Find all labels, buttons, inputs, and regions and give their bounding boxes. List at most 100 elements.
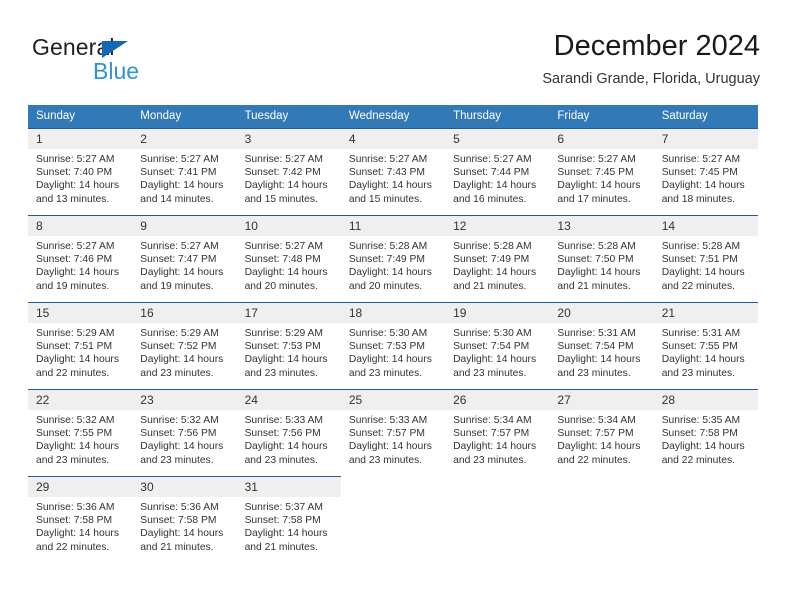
calendar-day-cell[interactable]: 9 Sunrise: 5:27 AM Sunset: 7:47 PM Daylight… [132,215,237,303]
daylight-text: Daylight: 14 hours [661,354,745,366]
calendar-day-cell[interactable]: 24 Sunrise: 5:33 AM Sunset: 7:56 PM Dayligh… [236,389,341,477]
calendar-day-cell[interactable]: 4 Sunrise: 5:27 AM Sunset: 7:43 PM Daylight… [340,128,446,216]
calendar-day-cell[interactable]: 3 Sunrise: 5:27 AM Sunset: 7:42 PM Daylight… [236,128,341,216]
day-details: Sunrise: 5:33 AM Sunset: 7:57 PM Daylight:… [341,410,445,467]
day-number [653,476,758,497]
calendar-day-cell[interactable]: 26 Sunrise: 5:34 AM Sunset: 7:57 PM Dayligh… [445,389,550,477]
sunrise-text: Sunrise: 5:36 AM [140,502,219,513]
daylight-text: Daylight: 14 hours [244,267,328,279]
daylight-text: Daylight: 14 hours [661,441,745,453]
day-number: 12 [445,216,550,236]
day-number [445,476,550,497]
sunrise-text: Sunrise: 5:28 AM [453,241,532,252]
daylight-text: and 15 minutes. [348,193,423,205]
daylight-text: and 23 minutes. [453,367,527,379]
calendar-day-cell[interactable]: 27 Sunrise: 5:34 AM Sunset: 7:57 PM Dayligh… [549,389,654,477]
calendar-day-cell[interactable]: 14 Sunrise: 5:28 AM Sunset: 7:51 PM Dayligh… [653,215,758,303]
calendar-day-cell[interactable]: 5 Sunrise: 5:27 AM Sunset: 7:44 PM Daylight… [445,128,550,216]
day-number: 6 [549,129,654,149]
daylight-text: and 23 minutes. [348,367,423,379]
calendar-day-cell[interactable]: 20 Sunrise: 5:31 AM Sunset: 7:54 PM Dayligh… [549,302,654,390]
day-details: Sunrise: 5:27 AM Sunset: 7:43 PM Daylight:… [341,149,445,206]
sunset-text: Sunset: 7:55 PM [36,428,113,440]
sunrise-text: Sunrise: 5:33 AM [348,415,428,426]
daylight-text: and 15 minutes. [244,193,318,205]
calendar-day-cell[interactable]: 19 Sunrise: 5:30 AM Sunset: 7:54 PM Dayligh… [445,302,550,390]
calendar-day-cell[interactable]: 29 Sunrise: 5:36 AM Sunset: 7:58 PM Dayligh… [28,476,133,563]
day-number: 23 [132,390,237,410]
daylight-text: Daylight: 14 hours [453,354,537,366]
calendar-table: Sunday Monday Tuesday Wednesday Thursday… [28,105,758,563]
calendar-day-cell[interactable]: 31 Sunrise: 5:37 AM Sunset: 7:58 PM Dayligh… [236,476,341,563]
calendar-day-cell[interactable]: 18 Sunrise: 5:30 AM Sunset: 7:53 PM Dayligh… [340,302,446,390]
calendar-day-cell[interactable]: 8 Sunrise: 5:27 AM Sunset: 7:46 PM Daylight… [28,215,133,303]
daylight-text: Daylight: 14 hours [244,180,328,192]
calendar-day-cell[interactable]: 17 Sunrise: 5:29 AM Sunset: 7:53 PM Dayligh… [236,302,341,390]
calendar-day-cell[interactable]: 16 Sunrise: 5:29 AM Sunset: 7:52 PM Dayligh… [132,302,237,390]
sunset-text: Sunset: 7:56 PM [244,428,321,440]
day-details: Sunrise: 5:27 AM Sunset: 7:42 PM Daylight:… [237,149,341,206]
calendar-day-cell[interactable]: 21 Sunrise: 5:31 AM Sunset: 7:55 PM Dayligh… [653,302,758,390]
daylight-text: and 16 minutes. [453,193,527,205]
calendar-grid-wrapper: Sunday Monday Tuesday Wednesday Thursday… [28,105,758,563]
day-details: Sunrise: 5:28 AM Sunset: 7:49 PM Daylight:… [341,236,445,293]
sunrise-text: Sunrise: 5:32 AM [36,415,115,426]
daylight-text: Daylight: 14 hours [244,354,328,366]
calendar-day-cell[interactable]: 7 Sunrise: 5:27 AM Sunset: 7:45 PM Daylight… [653,128,758,216]
daylight-text: Daylight: 14 hours [36,441,119,453]
day-details: Sunrise: 5:27 AM Sunset: 7:45 PM Daylight:… [549,149,653,206]
daylight-text: and 23 minutes. [140,454,214,466]
daylight-text: and 21 minutes. [244,541,318,553]
day-number: 22 [28,390,133,410]
general-blue-logo[interactable]: General Blue [32,34,212,92]
sunset-text: Sunset: 7:55 PM [661,341,738,353]
page-header: General Blue December 2024 Sarandi Grand… [28,28,760,96]
calendar-day-cell[interactable]: 11 Sunrise: 5:28 AM Sunset: 7:49 PM Dayligh… [340,215,446,303]
calendar-day-cell[interactable]: 13 Sunrise: 5:28 AM Sunset: 7:50 PM Dayligh… [549,215,654,303]
daylight-text: and 13 minutes. [36,193,110,205]
calendar-week-row: 1 Sunrise: 5:27 AM Sunset: 7:40 PM Daylight… [28,128,758,216]
sunset-text: Sunset: 7:54 PM [453,341,530,353]
sunset-text: Sunset: 7:58 PM [140,515,217,527]
sunrise-text: Sunrise: 5:27 AM [661,154,741,165]
calendar-empty-cell [653,476,758,563]
day-details: Sunrise: 5:28 AM Sunset: 7:50 PM Daylight:… [549,236,653,293]
calendar-day-cell[interactable]: 25 Sunrise: 5:33 AM Sunset: 7:57 PM Dayligh… [340,389,446,477]
daylight-text: and 23 minutes. [140,367,214,379]
calendar-day-cell[interactable]: 23 Sunrise: 5:32 AM Sunset: 7:56 PM Dayligh… [132,389,237,477]
calendar-day-cell[interactable]: 22 Sunrise: 5:32 AM Sunset: 7:55 PM Dayligh… [28,389,133,477]
sunset-text: Sunset: 7:49 PM [453,254,530,266]
day-number: 2 [132,129,237,149]
day-number: 31 [236,477,341,497]
day-details: Sunrise: 5:34 AM Sunset: 7:57 PM Daylight:… [549,410,653,467]
day-number: 28 [653,390,758,410]
calendar-day-cell[interactable]: 6 Sunrise: 5:27 AM Sunset: 7:45 PM Daylight… [549,128,654,216]
day-details: Sunrise: 5:27 AM Sunset: 7:46 PM Daylight:… [28,236,132,293]
calendar-day-cell[interactable]: 1 Sunrise: 5:27 AM Sunset: 7:40 PM Daylight… [28,128,133,216]
calendar-day-cell[interactable]: 10 Sunrise: 5:27 AM Sunset: 7:48 PM Dayligh… [236,215,341,303]
day-number [549,476,654,497]
sunset-text: Sunset: 7:41 PM [140,167,217,179]
sunset-text: Sunset: 7:58 PM [244,515,321,527]
daylight-text: and 23 minutes. [661,367,735,379]
sunrise-text: Sunrise: 5:34 AM [557,415,636,426]
daylight-text: and 20 minutes. [244,280,318,292]
calendar-day-cell[interactable]: 15 Sunrise: 5:29 AM Sunset: 7:51 PM Dayligh… [28,302,133,390]
daylight-text: Daylight: 14 hours [140,441,224,453]
calendar-day-cell[interactable]: 12 Sunrise: 5:28 AM Sunset: 7:49 PM Dayligh… [445,215,550,303]
weekday-header-sunday: Sunday [28,105,133,129]
calendar-week-row: 22 Sunrise: 5:32 AM Sunset: 7:55 PM Dayligh… [28,389,758,477]
calendar-day-cell[interactable]: 28 Sunrise: 5:35 AM Sunset: 7:58 PM Dayligh… [653,389,758,477]
day-number: 8 [28,216,133,236]
daylight-text: Daylight: 14 hours [557,267,641,279]
day-details: Sunrise: 5:27 AM Sunset: 7:48 PM Daylight:… [237,236,341,293]
day-details: Sunrise: 5:30 AM Sunset: 7:53 PM Daylight:… [341,323,445,380]
day-details: Sunrise: 5:27 AM Sunset: 7:47 PM Daylight:… [132,236,236,293]
sunset-text: Sunset: 7:50 PM [557,254,634,266]
calendar-day-cell[interactable]: 2 Sunrise: 5:27 AM Sunset: 7:41 PM Daylight… [132,128,237,216]
day-details: Sunrise: 5:34 AM Sunset: 7:57 PM Daylight:… [445,410,549,467]
calendar-day-cell[interactable]: 30 Sunrise: 5:36 AM Sunset: 7:58 PM Dayligh… [132,476,237,563]
sunset-text: Sunset: 7:53 PM [348,341,425,353]
sunset-text: Sunset: 7:44 PM [453,167,530,179]
sunrise-text: Sunrise: 5:33 AM [244,415,323,426]
